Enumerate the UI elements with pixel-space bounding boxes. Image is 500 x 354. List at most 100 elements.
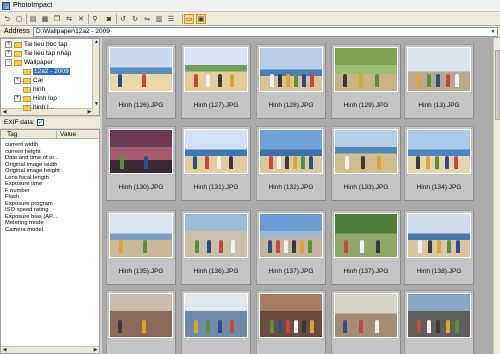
exif-row[interactable]: Camera model: [5, 227, 43, 233]
column-divider[interactable]: [56, 131, 57, 138]
exif-col-value[interactable]: Value: [60, 131, 76, 138]
thumbnail[interactable]: Hinh (13).JPG: [404, 44, 474, 119]
folder-icon: [23, 68, 31, 75]
chevron-down-icon[interactable]: ▼: [489, 28, 497, 36]
back-button[interactable]: ⮌: [2, 14, 12, 24]
thumbnail-image: [184, 47, 248, 92]
exif-row[interactable]: Exposure program: [5, 201, 53, 207]
find-button[interactable]: ⚲: [90, 14, 100, 24]
person-figure: [276, 240, 280, 253]
person-figure: [425, 156, 430, 169]
flip-button[interactable]: ⇋: [142, 14, 152, 24]
exif-row[interactable]: Lens focal length: [5, 175, 49, 181]
grid-vertical-scrollbar[interactable]: [493, 38, 500, 354]
exif-row[interactable]: Metering mode: [5, 220, 44, 226]
rotate-right-button[interactable]: ↻: [130, 14, 140, 24]
move-button[interactable]: ⇆: [64, 14, 74, 24]
person-figure: [426, 74, 431, 87]
exif-checkbox[interactable]: ✓: [37, 119, 44, 126]
thumbnail[interactable]: Hinh (130).JPG: [106, 126, 176, 201]
tree-item[interactable]: + Hinh lop: [14, 94, 57, 103]
person-figure: [268, 240, 272, 253]
tree-item[interactable]: hinh l...: [14, 103, 54, 112]
thumbnail[interactable]: Hinh (137).JPG: [256, 210, 326, 285]
person-figure: [435, 156, 440, 169]
thumbnail-view-button[interactable]: ▣: [196, 14, 206, 24]
copy-button[interactable]: ❐: [52, 14, 62, 24]
save-button[interactable]: ▤: [28, 14, 38, 24]
thumbnail-caption: Hinh (138).JPG: [416, 268, 462, 275]
thumbnail[interactable]: Hinh (138).JPG: [404, 210, 474, 285]
tree-item[interactable]: + Tai lieu tap nhap: [5, 49, 71, 58]
collapse-icon[interactable]: −: [5, 59, 12, 66]
expand-icon[interactable]: +: [5, 50, 12, 57]
address-field[interactable]: D:\Wallpaper\12a2 - 2009 ▼: [33, 27, 498, 37]
thumbnail[interactable]: [181, 290, 251, 354]
person-figure: [118, 74, 122, 87]
thumbnail-image: [259, 213, 323, 258]
person-figure: [269, 156, 273, 169]
thumbnail[interactable]: Hinh (131).JPG: [181, 126, 251, 201]
thumbnail[interactable]: Hinh (134).JPG: [404, 126, 474, 201]
exif-table: Tag Value ◀ ▶ current width current heigh…: [0, 129, 100, 354]
camera-button[interactable]: ◙: [104, 14, 114, 24]
scroll-right-icon[interactable]: ▶: [92, 347, 99, 353]
exif-row[interactable]: Original image height: [5, 168, 60, 174]
expand-icon[interactable]: +: [14, 77, 21, 84]
view-button[interactable]: ▥: [154, 14, 164, 24]
thumbnail[interactable]: [256, 290, 326, 354]
thumbnail[interactable]: Hinh (136).JPG: [181, 210, 251, 285]
tree-item[interactable]: + Tai lieu hoc tap: [5, 40, 67, 49]
exif-row[interactable]: F number: [5, 188, 30, 194]
thumbnail[interactable]: [404, 290, 474, 354]
thumbnail[interactable]: Hinh (129).JPG: [331, 44, 401, 119]
exif-row[interactable]: ISO speed rating: [5, 207, 49, 213]
thumbnail-caption: Hinh (133).JPG: [343, 184, 389, 191]
folder-view-button[interactable]: ▭: [184, 14, 194, 24]
exif-row[interactable]: Original image width: [5, 162, 58, 168]
thumbnail-caption: Hinh (137).JPG: [343, 268, 389, 275]
thumbnail[interactable]: [106, 290, 176, 354]
expand-icon[interactable]: +: [5, 41, 12, 48]
thumbnail[interactable]: Hinh (133).JPG: [331, 126, 401, 201]
scroll-down-icon[interactable]: ▼: [93, 101, 99, 108]
exif-row[interactable]: current height: [5, 149, 40, 155]
exif-row[interactable]: Exposure bias (AP...: [5, 214, 57, 220]
scroll-thumb[interactable]: [495, 50, 500, 120]
tree-item-label: Tai lieu tap nhap: [24, 50, 72, 57]
tree-vertical-scrollbar[interactable]: ▲ ▼: [92, 39, 99, 115]
exif-row[interactable]: Exposure time: [5, 181, 42, 187]
expand-icon[interactable]: +: [14, 95, 21, 102]
delete-button[interactable]: ✕: [76, 14, 86, 24]
thumbnail[interactable]: Hinh (135).JPG: [106, 210, 176, 285]
thumbnail[interactable]: Hinh (137).JPG: [331, 210, 401, 285]
thumbnail[interactable]: [331, 290, 401, 354]
exif-col-tag[interactable]: Tag: [7, 131, 17, 138]
scroll-right-icon[interactable]: ▶: [86, 109, 93, 115]
folder-icon: [23, 104, 31, 111]
person-figure: [436, 74, 441, 87]
tree-item[interactable]: 12a2 - 2009: [14, 67, 70, 76]
scroll-left-icon[interactable]: ◀: [1, 347, 8, 353]
thumbnail[interactable]: Hinh (127).JPG: [181, 44, 251, 119]
print-button[interactable]: ▦: [40, 14, 50, 24]
sort-button[interactable]: ☰: [166, 14, 176, 24]
thumbnail[interactable]: Hinh (132).JPG: [256, 126, 326, 201]
thumbnail-caption: Hinh (126).JPG: [118, 102, 164, 109]
exif-row[interactable]: Date and time of or...: [5, 155, 59, 161]
thumbnail[interactable]: Hinh (128).JPG: [256, 44, 326, 119]
exif-horizontal-scrollbar[interactable]: ◀ ▶: [1, 346, 99, 353]
person-figure: [205, 156, 209, 169]
tree-item[interactable]: + Car: [14, 76, 43, 85]
scroll-up-icon[interactable]: ▲: [93, 39, 99, 46]
folder-icon: [14, 59, 22, 66]
exif-row[interactable]: Flash: [5, 194, 19, 200]
tree-item[interactable]: hinh: [14, 85, 45, 94]
tree-item[interactable]: − Wallpaper: [5, 58, 53, 67]
exif-row[interactable]: current width: [5, 142, 38, 148]
scroll-left-icon[interactable]: ◀: [1, 109, 8, 115]
thumbnail[interactable]: Hinh (126).JPG: [106, 44, 176, 119]
new-button[interactable]: ▢: [14, 14, 24, 24]
tree-item-label: hinh l...: [33, 104, 54, 111]
rotate-left-button[interactable]: ↺: [118, 14, 128, 24]
